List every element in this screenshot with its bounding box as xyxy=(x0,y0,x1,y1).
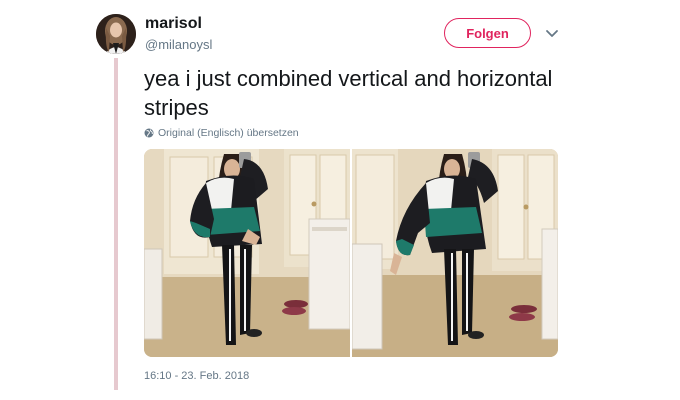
globe-icon xyxy=(144,128,154,138)
display-name[interactable]: marisol xyxy=(145,15,202,33)
follow-button[interactable]: Folgen xyxy=(444,18,531,48)
user-handle[interactable]: @milanoysl xyxy=(145,37,212,52)
tweet-timestamp[interactable]: 16:10 - 23. Feb. 2018 xyxy=(144,370,249,382)
translate-label: Original (Englisch) übersetzen xyxy=(158,127,299,139)
avatar[interactable] xyxy=(96,14,136,54)
thread-line xyxy=(114,58,118,390)
tweet-photo-1[interactable] xyxy=(144,149,350,357)
translate-link[interactable]: Original (Englisch) übersetzen xyxy=(144,127,299,139)
media-grid xyxy=(144,149,558,357)
chevron-down-icon[interactable] xyxy=(544,27,560,41)
tweet-text: yea i just combined vertical and horizon… xyxy=(144,66,553,120)
tweet-photo-2[interactable] xyxy=(352,149,558,357)
